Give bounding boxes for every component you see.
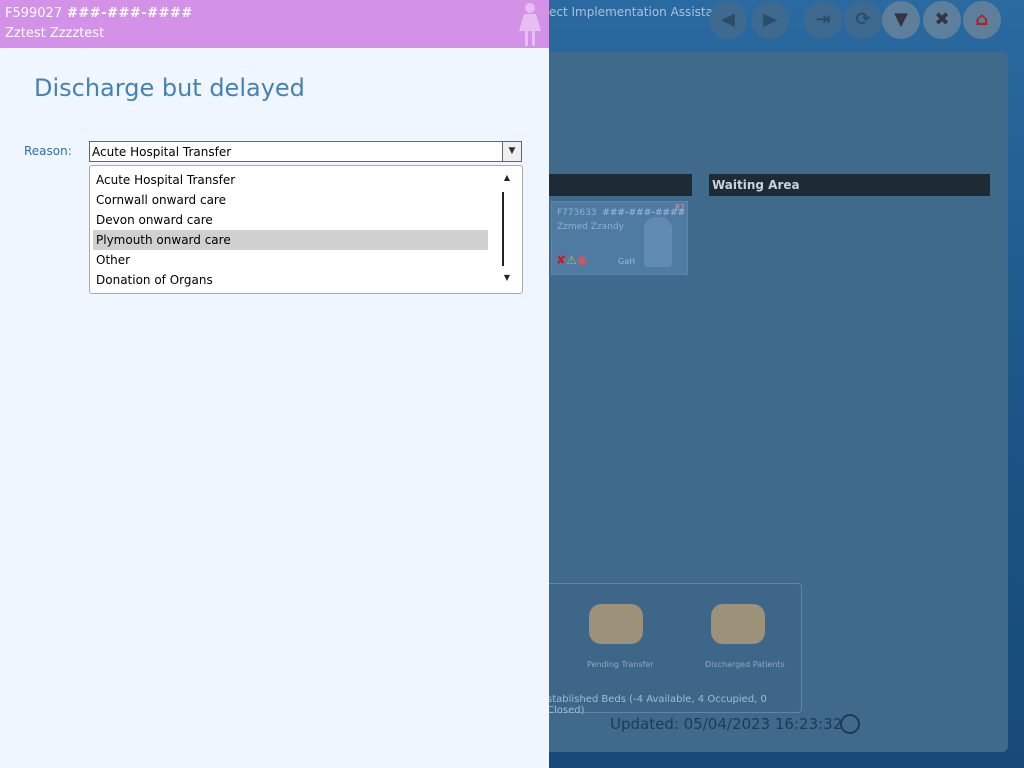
option-plymouth-onward-care[interactable]: Plymouth onward care bbox=[93, 230, 488, 250]
patient-card-name: Zzmed Zzandy bbox=[557, 222, 624, 232]
reason-label: Reason: bbox=[24, 144, 72, 158]
warning-icon: ⚠ bbox=[566, 253, 577, 267]
chevron-down-icon[interactable]: ▼ bbox=[502, 142, 521, 161]
refresh-icon[interactable]: ⟳ bbox=[844, 1, 882, 39]
option-devon-onward-care[interactable]: Devon onward care bbox=[93, 210, 488, 230]
cross-icon: ✘ bbox=[556, 253, 567, 267]
patient-header: F599027 ###-###-#### Zztest Zzzztest bbox=[0, 0, 549, 48]
discharged-patients-label: Discharged Patients bbox=[705, 660, 785, 669]
discharged-patients-icon[interactable] bbox=[711, 604, 765, 644]
patient-id: F599027 bbox=[5, 6, 63, 21]
refresh-indicator-icon bbox=[840, 714, 860, 734]
app-title: ect Implementation Assistant bbox=[549, 5, 726, 19]
scroll-down-icon[interactable]: ▼ bbox=[504, 273, 510, 282]
female-figure-icon bbox=[519, 3, 541, 46]
patient-nhs-number: ###-###-#### bbox=[67, 6, 193, 21]
option-cornwall-onward-care[interactable]: Cornwall onward care bbox=[93, 190, 488, 210]
bottom-tray: Pending Transfer Discharged Patients sta… bbox=[540, 583, 802, 716]
patient-card[interactable]: F773633 ###-###-#### Zzmed Zzandy 82 ✘⚠◉… bbox=[551, 201, 688, 275]
option-acute-hospital-transfer[interactable]: Acute Hospital Transfer bbox=[93, 170, 488, 190]
reason-options-list[interactable]: Acute Hospital Transfer Cornwall onward … bbox=[89, 165, 523, 294]
page-title: Discharge but delayed bbox=[34, 74, 305, 102]
patient-card-tag: GaH bbox=[618, 257, 636, 266]
pending-transfer-label: Pending Transfer bbox=[587, 660, 654, 669]
filter-icon[interactable]: ▼ bbox=[882, 1, 920, 39]
updated-timestamp: Updated: 05/04/2023 16:23:32 bbox=[610, 715, 843, 733]
pill-icon: ◉ bbox=[576, 253, 588, 267]
home-icon[interactable]: ⌂ bbox=[963, 1, 1001, 39]
close-icon[interactable]: ✖ bbox=[923, 1, 961, 39]
reason-dropdown[interactable]: Acute Hospital Transfer ▼ bbox=[89, 141, 522, 162]
bay-section-header bbox=[540, 174, 692, 196]
patient-card-age: 82 bbox=[674, 203, 685, 212]
forward-arrow-icon[interactable]: ▶ bbox=[751, 1, 789, 39]
discharge-panel: F599027 ###-###-#### Zztest Zzzztest Dis… bbox=[0, 0, 549, 768]
option-donation-of-organs[interactable]: Donation of Organs bbox=[93, 270, 488, 290]
person-silhouette-icon bbox=[644, 217, 672, 267]
patient-card-id: F773633 ###-###-#### bbox=[557, 208, 686, 218]
pending-transfer-icon[interactable] bbox=[589, 604, 643, 644]
patient-name: Zztest Zzzztest bbox=[5, 26, 105, 41]
back-arrow-icon[interactable]: ◀ bbox=[709, 1, 747, 39]
waiting-area-header: Waiting Area bbox=[709, 174, 990, 196]
bed-status-text: stablished Beds (-4 Available, 4 Occupie… bbox=[547, 694, 767, 716]
reason-selected-value: Acute Hospital Transfer bbox=[92, 145, 232, 159]
option-other[interactable]: Other bbox=[93, 250, 488, 270]
exit-door-icon[interactable]: ⇥ bbox=[804, 1, 842, 39]
scrollbar-thumb[interactable] bbox=[502, 192, 504, 266]
scroll-up-icon[interactable]: ▲ bbox=[504, 173, 510, 182]
alert-icons: ✘⚠◉ bbox=[556, 253, 587, 267]
